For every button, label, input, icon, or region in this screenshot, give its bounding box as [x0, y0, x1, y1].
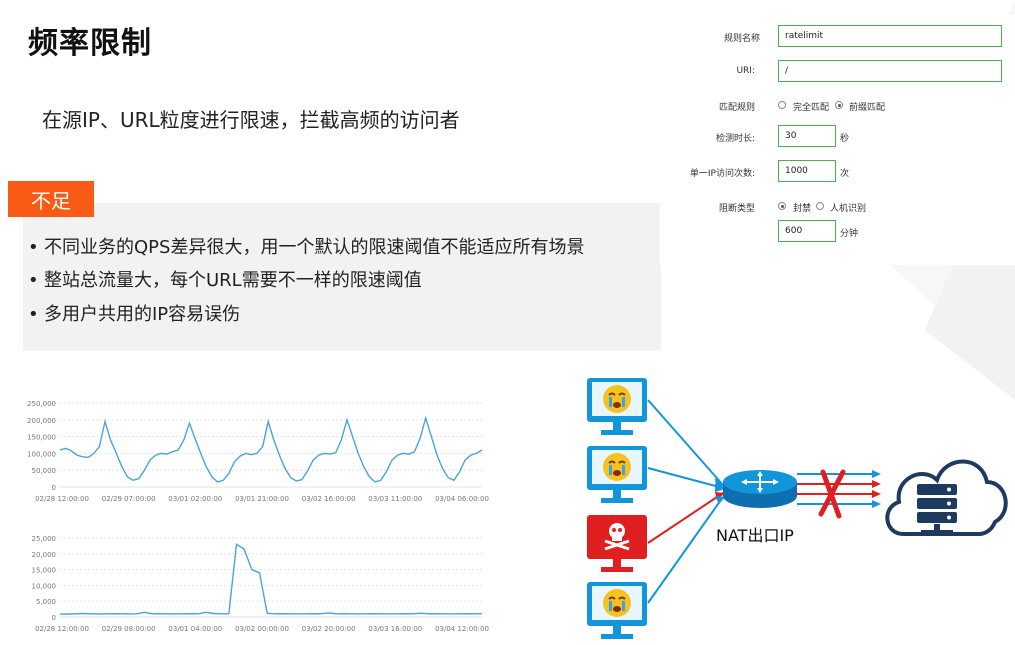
block-type-label: 阻断类型 [718, 204, 755, 214]
x-tick-label: 03/03 11:00:00 [368, 495, 422, 503]
x-tick-label: 03/01 21:00:00 [235, 495, 289, 503]
bullet-item: • 多用户共用的IP容易误伤 [28, 304, 241, 325]
y-tick-label: 150,000 [27, 434, 56, 442]
x-tick-label: 03/01 02:00:00 [168, 495, 222, 503]
nat-diagram [587, 378, 1008, 639]
x-tick-label: 02/28 12:00:00 [35, 625, 89, 633]
match-exact-label: 完全匹配 [793, 103, 830, 113]
skull-monitor-icon [587, 515, 647, 572]
series-line [59, 415, 483, 483]
router-icon [723, 470, 797, 508]
block-captcha-radio[interactable] [816, 202, 824, 210]
bullet-text: 不同业务的QPS差异很大，用一个默认的限速阈值不能适应所有场景 [44, 237, 585, 258]
slide-subtitle: 在源IP、URL粒度进行限速，拦截高频的访问者 [42, 108, 460, 132]
x-tick-label: 03/04 06:00:00 [435, 495, 489, 503]
duration-unit: 秒 [840, 134, 850, 144]
rule-name-label: 规则名称 [723, 34, 760, 44]
match-prefix-label: 前缀匹配 [849, 103, 886, 113]
block-duration-unit: 分钟 [840, 229, 859, 239]
y-tick-label: 5,000 [36, 598, 56, 606]
bullet-text: 整站总流量大，每个URL需要不一样的限速阈值 [44, 270, 422, 291]
y-tick-label: 25,000 [32, 535, 57, 543]
nat-egress-label: NAT出口IP [716, 526, 794, 545]
x-tick-label: 02/28 12:00:00 [35, 495, 89, 503]
block-ban-label: 封禁 [793, 204, 812, 214]
x-tick-label: 03/03 16:00:00 [368, 625, 422, 633]
ip-count-unit: 次 [840, 169, 850, 179]
uri-input[interactable]: / [778, 60, 1002, 82]
y-tick-label: 250,000 [27, 400, 56, 408]
y-tick-label: 10,000 [32, 582, 57, 590]
y-tick-label: 20,000 [32, 551, 57, 559]
match-rule-label: 匹配规则 [718, 103, 755, 113]
block-ban-radio[interactable] [778, 202, 786, 210]
x-tick-label: 03/02 16:00:00 [302, 495, 356, 503]
x-tick-label: 02/29 08:00:00 [102, 625, 156, 633]
traffic-chart-2: 25,000 20,000 15,000 10,000 5,000 0 02/28 12:0… [32, 535, 489, 633]
crying-face-monitor-icon [587, 378, 647, 435]
bullet-text: 多用户共用的IP容易误伤 [44, 304, 241, 325]
y-tick-label: 0 [52, 614, 56, 622]
block-duration-input[interactable]: 600 [778, 220, 836, 242]
cloud-server-icon [885, 459, 1008, 536]
connection-arrows [647, 399, 725, 604]
crying-face-monitor-icon [587, 446, 647, 503]
x-tick-label: 03/02 20:00:00 [302, 625, 356, 633]
rate-limit-form: 规则名称 ratelimit URI: / 匹配规则 完全匹配 前缀匹配 检测时… [660, 15, 1015, 265]
x-tick-label: 02/29 07:00:00 [102, 495, 156, 503]
y-tick-label: 100,000 [27, 450, 56, 458]
block-captcha-label: 人机识别 [830, 204, 867, 214]
x-tick-label: 03/01 04:00:00 [168, 625, 222, 633]
match-prefix-radio[interactable] [835, 101, 843, 109]
ip-count-label: 单一IP访问次数: [689, 169, 755, 179]
x-tick-label: 03/02 00:00:00 [235, 625, 289, 633]
uri-label: URI: [736, 66, 755, 76]
duration-label: 检测时长: [715, 134, 755, 144]
y-tick-label: 15,000 [32, 567, 57, 575]
y-tick-label: 200,000 [27, 417, 56, 425]
bullet-item: • 整站总流量大，每个URL需要不一样的限速阈值 [28, 270, 422, 291]
y-tick-label: 50,000 [32, 467, 57, 475]
slide-title: 频率限制 [28, 26, 152, 61]
duration-input[interactable]: 30 [778, 125, 836, 147]
crying-face-monitor-icon [587, 582, 647, 639]
traffic-chart-1: 250,000 200,000 150,000 100,000 50,000 0 02/28… [27, 400, 489, 503]
rule-name-input[interactable]: ratelimit [778, 25, 1002, 47]
series-line [59, 543, 482, 615]
bullet-item: • 不同业务的QPS差异很大，用一个默认的限速阈值不能适应所有场景 [28, 237, 585, 258]
y-tick-label: 0 [52, 484, 56, 492]
match-exact-radio[interactable] [778, 101, 786, 109]
shortcomings-badge: 不足 [8, 181, 94, 217]
ip-count-input[interactable]: 1000 [778, 160, 836, 182]
x-tick-label: 03/04 12:00:00 [435, 625, 489, 633]
